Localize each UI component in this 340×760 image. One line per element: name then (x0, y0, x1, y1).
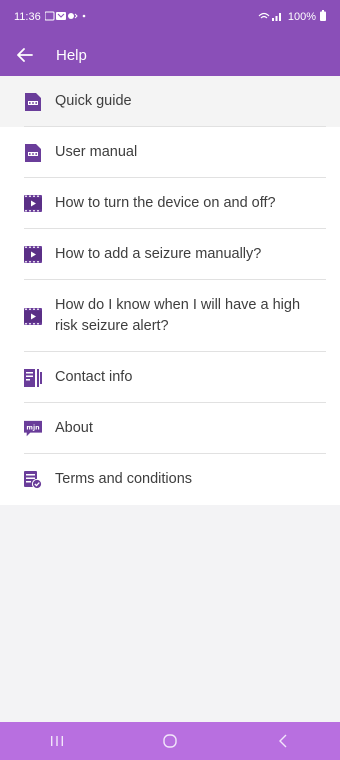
contact-icon (24, 368, 42, 387)
item-label: Quick guide (55, 93, 132, 109)
pdf-icon (24, 92, 42, 111)
list-item-high-risk-alert[interactable]: How do I know when I will have a high ri… (0, 280, 340, 352)
video-icon (24, 195, 42, 213)
video-icon (24, 307, 42, 325)
list-item-add-seizure[interactable]: How to add a seizure manually? (0, 229, 340, 280)
item-label: User manual (55, 144, 138, 160)
battery-icon (320, 10, 326, 24)
mjn-logo-icon: mjn (24, 420, 42, 438)
list-item-quick-guide[interactable]: Quick guide (0, 76, 340, 127)
status-right: 100% (258, 10, 326, 24)
video-icon (24, 246, 42, 264)
terms-icon (24, 470, 42, 489)
help-list: Quick guide User manual How to turn the … (0, 76, 340, 505)
svg-text:mjn: mjn (26, 424, 39, 431)
notification-icons (44, 11, 87, 24)
list-item-terms[interactable]: Terms and conditions (0, 454, 340, 505)
system-nav-bar (0, 722, 340, 760)
list-item-user-manual[interactable]: User manual (0, 127, 340, 178)
status-time: 11:36 (14, 11, 41, 23)
status-left: 11:36 (14, 11, 87, 24)
item-label: How do I know when I will have a high ri… (55, 297, 301, 334)
recent-apps-icon[interactable] (37, 729, 77, 753)
item-label: Contact info (55, 369, 133, 385)
home-icon[interactable] (150, 729, 190, 753)
back-arrow-icon[interactable] (14, 44, 36, 66)
page-title: Help (56, 46, 87, 64)
list-item-contact-info[interactable]: Contact info (0, 352, 340, 403)
status-bar: 11:36 100% (0, 0, 340, 34)
battery-percent: 100% (287, 11, 316, 23)
list-item-about[interactable]: mjn About (0, 403, 340, 454)
item-label: About (55, 420, 93, 436)
pdf-icon (24, 143, 42, 162)
item-label: How to add a seizure manually? (55, 246, 262, 262)
signal-icon (258, 11, 284, 24)
list-item-turn-device-on-off[interactable]: How to turn the device on and off? (0, 178, 340, 229)
item-label: Terms and conditions (55, 471, 193, 487)
app-bar: Help (0, 34, 340, 76)
back-icon[interactable] (263, 729, 303, 753)
item-label: How to turn the device on and off? (55, 195, 276, 211)
